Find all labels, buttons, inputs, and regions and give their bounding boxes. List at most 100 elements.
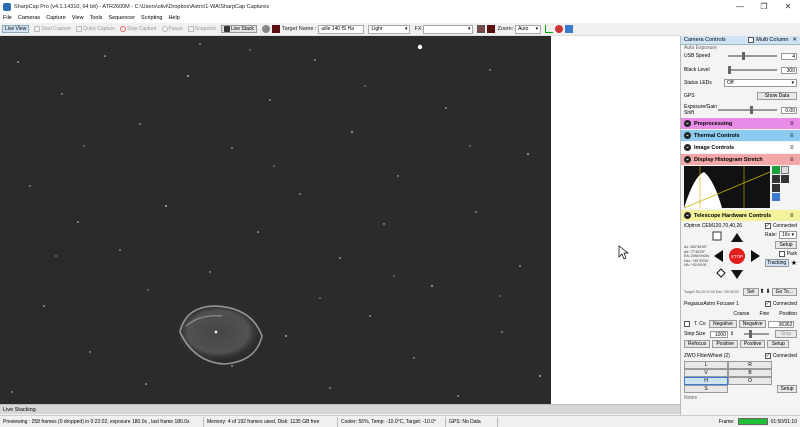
save-icon[interactable] xyxy=(772,193,780,201)
exposure-gain-slider[interactable] xyxy=(718,106,777,114)
coarse-negative-button[interactable]: Negative xyxy=(709,320,737,328)
coarse-positive-button[interactable]: Positive xyxy=(712,340,738,348)
settings-icon[interactable] xyxy=(261,25,270,33)
section-histogram[interactable]: ⌄ Display Histogram Stretch ≡ xyxy=(681,154,800,165)
tracking-button[interactable]: Tracking xyxy=(764,259,789,267)
step-size-value[interactable]: 1000 xyxy=(710,330,728,338)
black-level-value[interactable]: 300 xyxy=(781,66,797,74)
tools-icon[interactable] xyxy=(565,25,574,33)
menu-scripting[interactable]: Scripting xyxy=(141,15,162,21)
park-target-icon[interactable] xyxy=(716,268,726,278)
menu-icon[interactable]: ≡ xyxy=(790,121,797,127)
focuser-setup-button[interactable]: Setup xyxy=(767,340,790,348)
section-preprocessing[interactable]: ⌄ Preprocessing ≡ xyxy=(681,118,800,129)
color-icon[interactable] xyxy=(555,25,564,33)
filter-s-button[interactable]: S xyxy=(684,385,728,393)
stop-capture-button[interactable]: Stop Capture xyxy=(120,26,157,32)
usb-speed-slider[interactable] xyxy=(728,52,777,60)
rate-select[interactable]: 16x ▾ xyxy=(779,231,797,239)
menu-cameras[interactable]: Cameras xyxy=(18,15,40,21)
multi-column-checkbox[interactable] xyxy=(748,37,755,43)
park-checkbox[interactable] xyxy=(778,251,785,257)
live-view-button[interactable]: Live View xyxy=(2,25,30,33)
auto-stretch-icon[interactable] xyxy=(772,166,780,174)
pause-button[interactable]: Pause xyxy=(161,26,183,32)
slider-knob[interactable] xyxy=(749,330,752,338)
arrow-up-icon[interactable] xyxy=(731,233,743,242)
menu-icon[interactable]: ≡ xyxy=(790,133,797,139)
focuser-stop-button[interactable]: Stop xyxy=(775,330,797,338)
multi-column-toggle[interactable]: Multi Column ✕ xyxy=(748,37,797,43)
target-name-input[interactable]: uille 140 fS Ha xyxy=(318,24,365,34)
menu-icon[interactable]: ≡ xyxy=(790,213,797,219)
menu-icon[interactable]: ≡ xyxy=(790,145,797,151)
usb-speed-value[interactable]: 4 xyxy=(781,52,797,60)
menu-view[interactable]: View xyxy=(72,15,84,21)
histogram-icon[interactable] xyxy=(545,25,554,33)
menu-file[interactable]: File xyxy=(3,15,12,21)
home-icon[interactable] xyxy=(712,231,722,241)
exposure-gain-value[interactable]: 0.00 xyxy=(781,106,797,114)
goto-button[interactable]: Go To... xyxy=(771,287,797,296)
histogram-chart[interactable] xyxy=(684,166,770,208)
section-telescope[interactable]: ⌄ Telescope Hardware Controls ≡ xyxy=(681,210,800,221)
brightness-icon[interactable] xyxy=(781,166,789,174)
filterwheel-setup-button[interactable]: Setup xyxy=(777,385,797,393)
gear-icon[interactable] xyxy=(772,175,780,183)
mount-setup-button[interactable]: Setup xyxy=(775,241,797,249)
filter-v-button[interactable]: V xyxy=(684,369,728,377)
live-stacking-bar[interactable]: Live Stacking xyxy=(0,404,680,414)
show-data-button[interactable]: Show Data xyxy=(757,92,797,100)
fine-negative-button[interactable]: Negative xyxy=(738,320,767,328)
filter-b-button[interactable]: B xyxy=(728,369,772,377)
start-capture-button[interactable]: Start Capture xyxy=(34,26,71,32)
slider-knob[interactable] xyxy=(750,106,754,114)
snapshot-button[interactable]: Snapshot xyxy=(187,26,216,32)
section-image[interactable]: ⌄ Image Controls ≡ xyxy=(681,142,800,153)
slider-knob[interactable] xyxy=(741,52,745,60)
frame-type-select[interactable]: Light ▾ xyxy=(368,24,411,34)
focuser-connected-checkbox[interactable]: ✓ xyxy=(764,301,771,307)
zoom-select[interactable]: Auto ▾ xyxy=(515,24,542,34)
step-size-slider[interactable] xyxy=(744,330,769,338)
fx-clear-icon[interactable] xyxy=(487,25,496,33)
star-icon[interactable]: ★ xyxy=(791,259,797,267)
black-level-slider[interactable] xyxy=(728,66,777,74)
filterwheel-connected-checkbox[interactable]: ✓ xyxy=(764,353,771,359)
arrow-left-icon[interactable] xyxy=(714,250,723,262)
live-stack-button[interactable]: Live Stack xyxy=(220,25,257,33)
quick-capture-button[interactable]: Quick Capture xyxy=(76,26,115,32)
filter-o-button[interactable]: O xyxy=(728,377,772,385)
maximize-button[interactable]: ❐ xyxy=(752,0,776,13)
options-icon[interactable] xyxy=(781,175,789,183)
stepper-icon[interactable]: ⇕ xyxy=(730,331,738,337)
temp-comp-checkbox[interactable] xyxy=(684,321,690,327)
fx-option-icon[interactable] xyxy=(477,25,486,33)
filter-l-button[interactable]: L xyxy=(684,361,728,369)
arrow-right-icon[interactable] xyxy=(751,250,760,262)
slider-knob[interactable] xyxy=(728,66,731,74)
filter-h-button[interactable]: H xyxy=(684,377,728,385)
section-thermal[interactable]: ⌄ Thermal Controls ≡ xyxy=(681,130,800,141)
record-icon[interactable] xyxy=(271,25,280,33)
zoom-icon[interactable] xyxy=(772,184,780,192)
minimize-button[interactable]: — xyxy=(728,0,752,13)
set-button[interactable]: Set xyxy=(743,287,759,296)
mount-connected-checkbox[interactable]: ✓ xyxy=(764,223,771,229)
focuser-position-value[interactable]: 36362 xyxy=(768,320,795,328)
fx-select[interactable]: ▾ xyxy=(423,24,474,34)
menu-icon[interactable]: ≡ xyxy=(790,157,797,163)
menu-tools[interactable]: Tools xyxy=(90,15,103,21)
status-leds-select[interactable]: Off ▾ xyxy=(724,79,797,87)
refocus-button[interactable]: Refocus xyxy=(684,340,711,348)
arrow-up-icon[interactable]: ⬆ xyxy=(760,288,765,295)
fine-positive-button[interactable]: Positive xyxy=(739,340,766,348)
close-icon[interactable]: ✕ xyxy=(792,37,797,43)
arrow-down-icon[interactable]: ⬇ xyxy=(766,288,771,295)
menu-sequencer[interactable]: Sequencer xyxy=(108,15,135,21)
menu-capture[interactable]: Capture xyxy=(46,15,66,21)
close-button[interactable]: ✕ xyxy=(776,0,800,13)
image-viewer[interactable] xyxy=(0,36,551,404)
filter-r-button[interactable]: R xyxy=(728,361,772,369)
arrow-down-icon[interactable] xyxy=(731,270,743,279)
